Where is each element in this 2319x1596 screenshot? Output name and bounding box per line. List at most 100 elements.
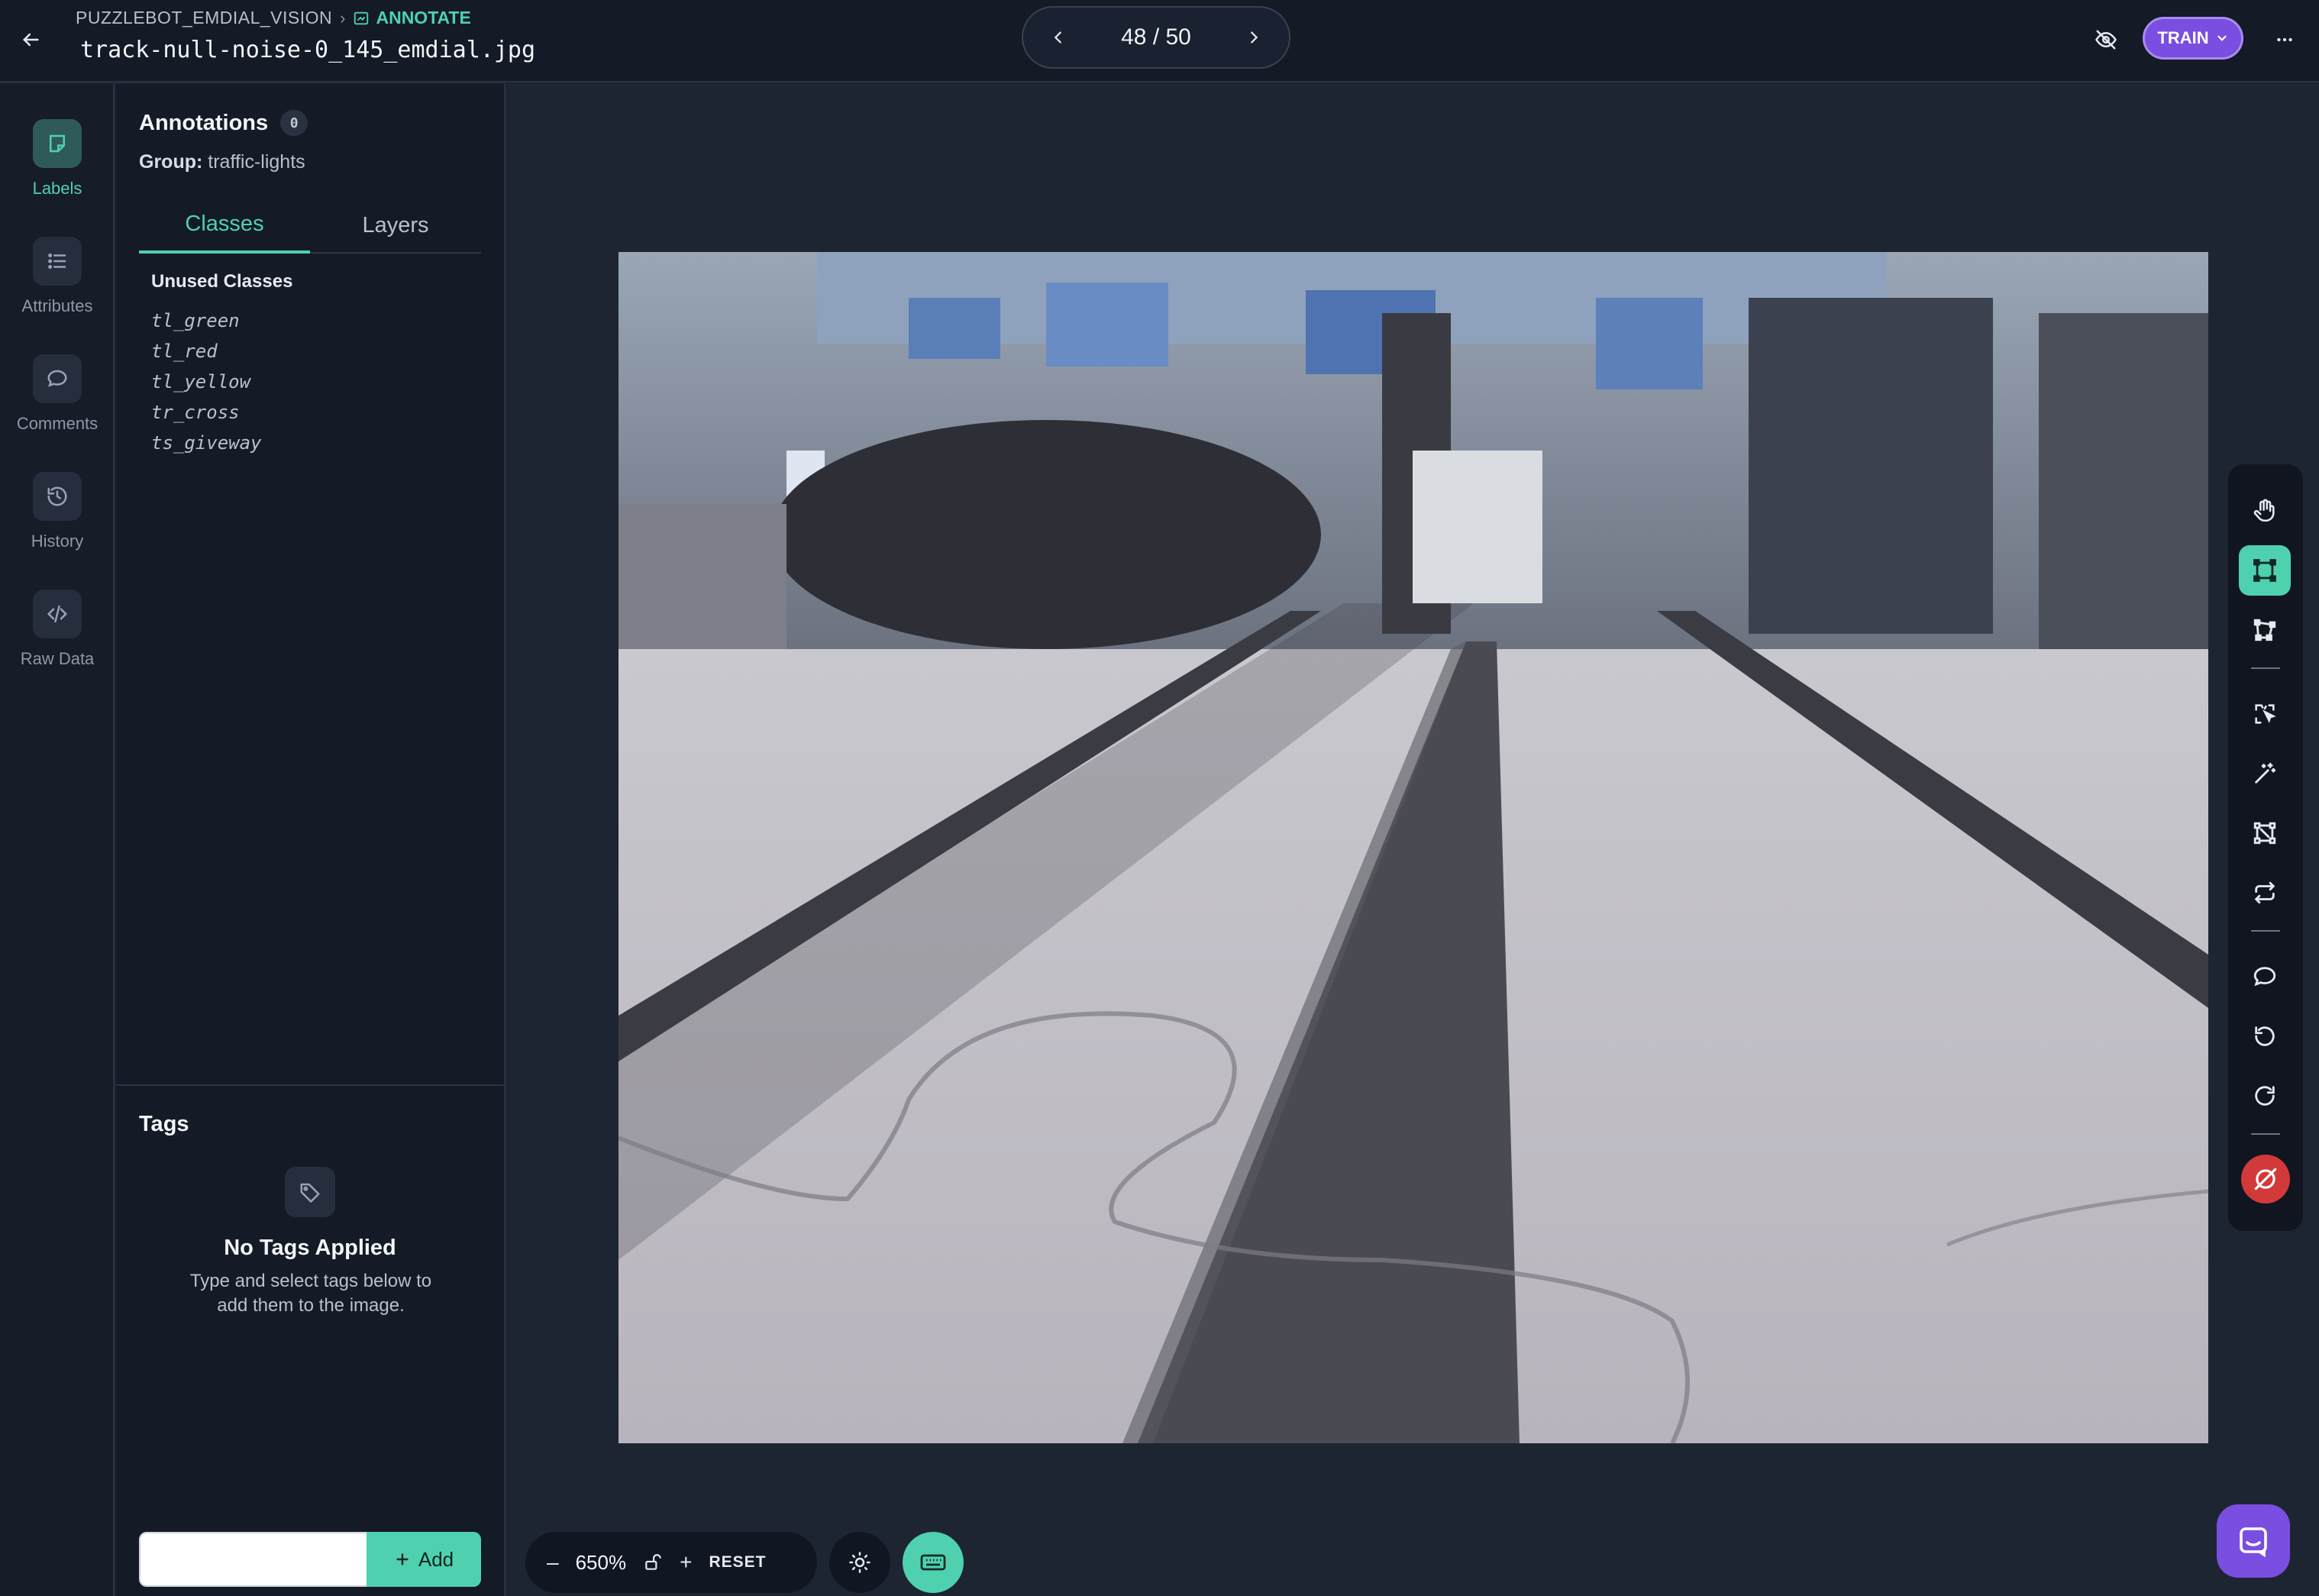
divider (2251, 667, 2280, 669)
breadcrumb-project[interactable]: PUZZLEBOT_EMDIAL_VISION (76, 8, 332, 28)
support-chat-button[interactable] (2217, 1504, 2290, 1578)
chat-icon (2240, 1527, 2267, 1558)
nav-labels-label: Labels (32, 179, 82, 198)
nav-comments[interactable]: Comments (0, 354, 115, 446)
nav-raw-data[interactable]: Raw Data (0, 590, 115, 681)
hand-icon (2253, 499, 2275, 522)
annotations-count-badge: 0 (280, 110, 308, 136)
breadcrumb-annotate: ANNOTATE (353, 8, 471, 28)
zoom-in-button[interactable]: + (680, 1550, 692, 1575)
annotations-title: Annotations (139, 110, 269, 135)
tab-layers[interactable]: Layers (310, 197, 481, 254)
class-item[interactable]: tl_red (151, 336, 472, 367)
comment-tool-button[interactable] (2239, 951, 2291, 1002)
plus-icon (396, 1553, 409, 1565)
zoom-out-button[interactable]: – (547, 1550, 559, 1575)
polygon-icon (2253, 619, 2276, 641)
nav-history[interactable]: History (0, 472, 115, 564)
class-item[interactable]: tr_cross (151, 397, 472, 428)
zoom-controls: – 650% + RESET (525, 1532, 817, 1593)
magic-wand-tool-button[interactable] (2239, 748, 2291, 799)
more-options-button[interactable] (2268, 23, 2301, 57)
nav-history-label: History (31, 531, 84, 551)
panel-tabs: Classes Layers (139, 197, 481, 254)
image-pager: 48 / 50 (1022, 6, 1290, 69)
polygon-tool-button[interactable] (2239, 605, 2291, 655)
keyboard-shortcuts-button[interactable] (903, 1532, 964, 1593)
arrow-left-icon (23, 33, 39, 47)
divider (116, 1084, 504, 1086)
repeat-icon (2254, 881, 2275, 904)
nav-raw-data-label: Raw Data (20, 649, 95, 668)
unlock-icon (645, 1554, 661, 1570)
chevron-right-icon (1251, 31, 1258, 44)
null-annotation-button[interactable] (2241, 1155, 2290, 1203)
comments-icon (33, 354, 82, 403)
class-item[interactable]: tl_green (151, 305, 472, 336)
train-label: TRAIN (2157, 28, 2209, 47)
undo-button[interactable] (2239, 1011, 2291, 1061)
annotate-icon (354, 11, 369, 24)
nav-attributes[interactable]: Attributes (0, 237, 115, 328)
eye-off-icon (2095, 30, 2117, 50)
undo-icon (2255, 1026, 2275, 1046)
add-tag-label: Add (418, 1547, 454, 1571)
smart-select-tool-button[interactable] (2239, 689, 2291, 739)
labels-icon (33, 119, 82, 168)
keypoint-icon (2253, 822, 2276, 845)
more-horizontal-icon (2277, 37, 2292, 42)
sun-icon (849, 1552, 870, 1573)
brightness-button[interactable] (829, 1532, 890, 1593)
image-filename: track-null-noise-0_145_emdial.jpg (80, 37, 536, 63)
attributes-icon (33, 237, 82, 286)
tag-input[interactable] (139, 1532, 368, 1587)
tab-classes[interactable]: Classes (139, 197, 310, 254)
top-bar: PUZZLEBOT_EMDIAL_VISION › ANNOTATE track… (0, 0, 2319, 82)
no-tags-description: Type and select tags below to add them t… (189, 1271, 432, 1316)
pan-tool-button[interactable] (2239, 486, 2291, 536)
class-item[interactable]: ts_giveway (151, 428, 472, 458)
redo-icon (2255, 1086, 2275, 1106)
bounding-box-icon (2253, 559, 2276, 582)
zoom-lock-button[interactable] (643, 1552, 663, 1572)
train-button[interactable]: TRAIN (2143, 17, 2243, 60)
bounding-box-tool-button[interactable] (2239, 545, 2291, 596)
zoom-reset-button[interactable]: RESET (709, 1553, 766, 1572)
class-item[interactable]: tl_yellow (151, 367, 472, 397)
no-tags-title: No Tags Applied (224, 1236, 396, 1260)
unused-classes-title: Unused Classes (151, 271, 293, 292)
divider (2251, 930, 2280, 932)
null-icon (2254, 1168, 2277, 1191)
left-nav-rail: Labels Attributes Comments History Raw D… (0, 84, 115, 1596)
back-button[interactable] (14, 23, 47, 57)
redo-button[interactable] (2239, 1071, 2291, 1121)
keyboard-icon (920, 1554, 946, 1571)
prev-image-button[interactable] (1043, 22, 1074, 53)
code-icon (33, 590, 82, 638)
history-icon (33, 472, 82, 521)
group-label: Group: (139, 151, 203, 173)
tags-title: Tags (139, 1112, 189, 1136)
next-image-button[interactable] (1239, 22, 1269, 53)
chevron-left-icon (1054, 31, 1061, 44)
tag-icon (285, 1167, 335, 1217)
add-tag-button[interactable]: Add (367, 1532, 481, 1587)
nav-comments-label: Comments (16, 414, 99, 433)
zoom-value: 650% (575, 1550, 627, 1574)
breadcrumb: PUZZLEBOT_EMDIAL_VISION › ANNOTATE (76, 8, 471, 28)
nav-attributes-label: Attributes (21, 296, 93, 315)
breadcrumb-annotate-label: ANNOTATE (376, 8, 471, 27)
comment-icon (2253, 967, 2276, 987)
hide-annotations-button[interactable] (2089, 23, 2123, 57)
keypoint-tool-button[interactable] (2239, 808, 2291, 858)
nav-labels[interactable]: Labels (0, 119, 115, 211)
chevron-down-icon (2217, 35, 2227, 41)
track-photo (619, 252, 2208, 1443)
repeat-tool-button[interactable] (2239, 867, 2291, 918)
class-list: tl_green tl_red tl_yellow tr_cross ts_gi… (151, 305, 472, 528)
magic-wand-icon (2255, 762, 2276, 783)
pager-count: 48 / 50 (1121, 24, 1191, 50)
smart-select-icon (2255, 704, 2276, 724)
annotations-header: Annotations 0 (139, 110, 308, 136)
annotation-canvas-image[interactable] (619, 252, 2208, 1443)
